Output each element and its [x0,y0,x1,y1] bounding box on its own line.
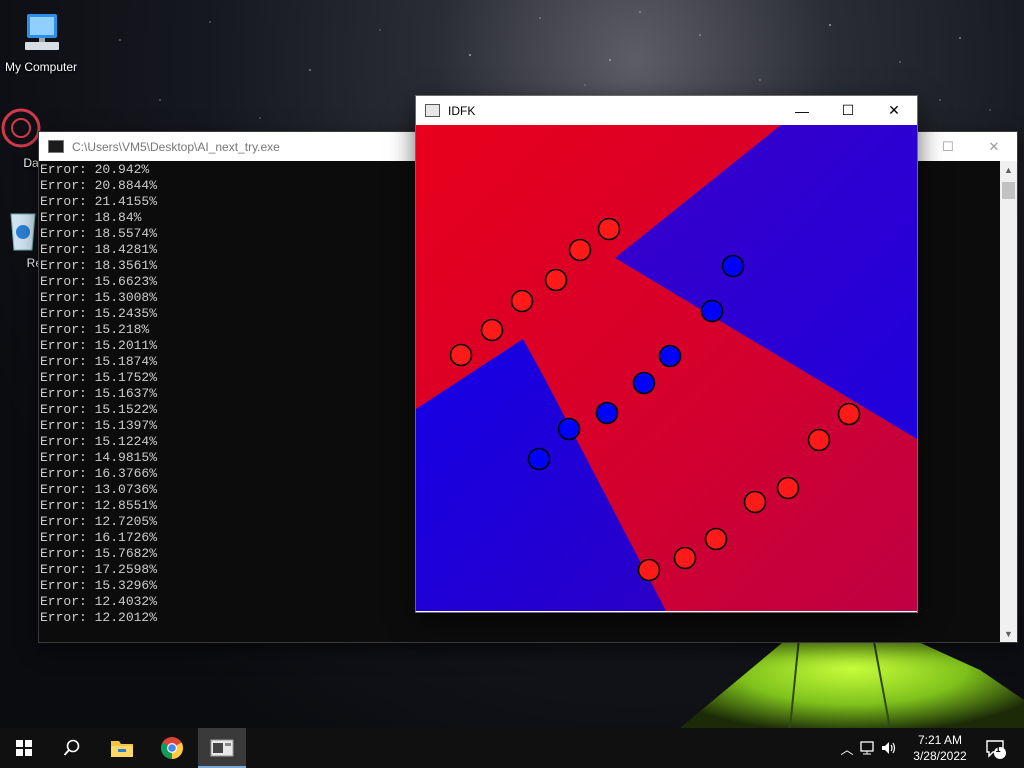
red-data-point [449,343,473,367]
volume-icon[interactable] [880,740,898,756]
red-data-point [510,289,534,313]
blue-data-point [595,401,619,425]
red-data-point [776,476,800,500]
scroll-thumb[interactable] [1002,182,1015,199]
blue-data-point [721,254,745,278]
blue-data-point [658,344,682,368]
scroll-down-arrow-icon[interactable]: ▼ [1000,625,1017,642]
computer-icon [17,10,65,58]
search-icon [63,739,80,756]
console-app-icon [48,140,64,153]
maximize-button[interactable]: ☐ [825,96,871,125]
red-data-point [637,558,661,582]
blue-data-point [700,299,724,323]
taskbar-clock[interactable]: 7:21 AM 3/28/2022 [904,728,976,768]
windows-logo-icon [16,740,32,756]
close-button[interactable]: ✕ [871,96,917,125]
idfk-app-icon [425,104,440,117]
close-button[interactable]: ✕ [971,132,1017,161]
start-button[interactable] [0,728,48,768]
red-data-point [568,238,592,262]
notification-count-badge: 1 [995,744,1001,754]
idfk-window[interactable]: IDFK — ☐ ✕ [415,95,918,613]
clock-date: 3/28/2022 [913,749,967,763]
red-data-point [837,402,861,426]
blue-data-point [557,417,581,441]
taskbar-console-app[interactable] [198,728,246,768]
clock-time: 7:21 AM [917,733,963,747]
red-data-point [480,318,504,342]
desktop-icon-label: My Computer [4,60,78,74]
red-data-point [597,217,621,241]
scroll-up-arrow-icon[interactable]: ▲ [1000,161,1017,178]
action-center-button[interactable]: 1 [980,728,1010,768]
network-icon[interactable] [859,740,877,756]
classification-canvas [416,125,917,611]
taskbar-file-explorer[interactable] [98,728,146,768]
search-button[interactable] [48,728,96,768]
chrome-icon [161,737,183,759]
idfk-title: IDFK [448,103,476,118]
show-hidden-icons-icon[interactable]: ︿ [838,739,856,758]
file-explorer-icon [111,741,133,757]
red-data-point [743,490,767,514]
console-scrollbar[interactable]: ▲ ▼ [1000,161,1017,642]
idfk-titlebar[interactable]: IDFK — ☐ ✕ [416,96,917,125]
red-data-point [807,428,831,452]
red-data-point [704,527,728,551]
maximize-button[interactable]: ☐ [925,132,971,161]
red-data-point [673,546,697,570]
taskbar-chrome[interactable] [148,728,196,768]
console-title: C:\Users\VM5\Desktop\AI_next_try.exe [72,139,280,154]
red-data-point [544,268,568,292]
blue-data-point [527,447,551,471]
minimize-button[interactable]: — [779,96,825,125]
blue-data-point [632,371,656,395]
taskbar: ︿ 7:21 AM 3/28/2022 1 [0,728,1024,768]
console-app-icon [210,739,234,757]
desktop-icon-my-computer[interactable]: My Computer [0,10,82,74]
